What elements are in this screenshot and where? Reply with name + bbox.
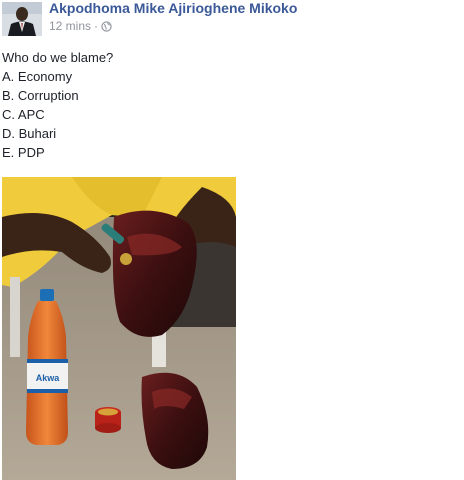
poll-option: C. APC — [2, 107, 45, 122]
avatar-image — [2, 2, 42, 36]
poll-option: D. Buhari — [2, 126, 57, 141]
post-timestamp[interactable]: 12 mins — [49, 19, 91, 33]
post-question: Who do we blame? — [2, 50, 114, 65]
bottle-label: Akwa — [36, 373, 61, 383]
globe-icon[interactable] — [101, 20, 112, 32]
post-meta: 12 mins · — [49, 19, 112, 33]
poll-option: B. Corruption — [2, 88, 79, 103]
poll-option: A. Economy — [2, 69, 73, 84]
meta-separator: · — [94, 19, 99, 33]
post-text: Who do we blame? A. Economy B. Corruptio… — [2, 48, 113, 162]
facebook-post: Akpodhoma Mike Ajirioghene Mikoko 12 min… — [0, 0, 464, 480]
author-avatar[interactable] — [2, 2, 42, 36]
author-name-link[interactable]: Akpodhoma Mike Ajirioghene Mikoko — [49, 0, 297, 16]
shoe-polishing-photo: Akwa — [2, 177, 236, 480]
poll-option: E. PDP — [2, 145, 45, 160]
post-photo[interactable]: Akwa — [2, 177, 236, 480]
